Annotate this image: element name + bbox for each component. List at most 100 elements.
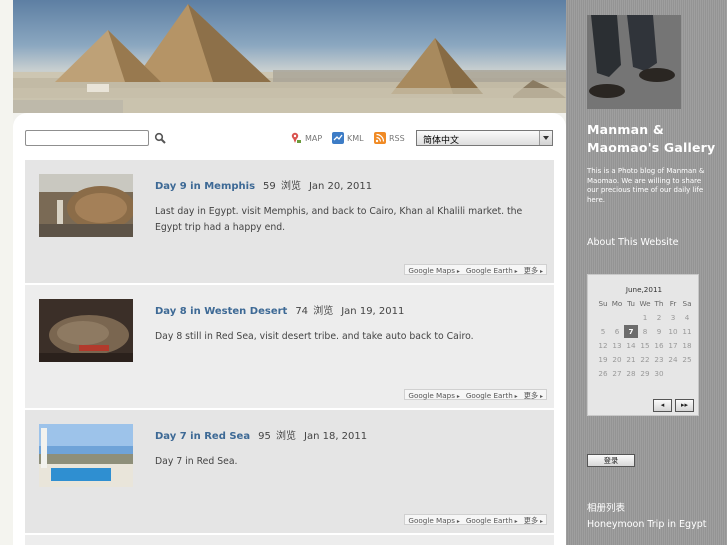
post-date: Jan 18, 2011 xyxy=(304,431,368,442)
google-maps-link[interactable]: Google Maps xyxy=(405,515,462,525)
google-maps-link[interactable]: Google Maps xyxy=(405,265,462,275)
post-title-link[interactable]: Day 9 in Memphis xyxy=(155,181,255,192)
post-date: Jan 20, 2011 xyxy=(308,181,373,192)
kml-link[interactable]: KML xyxy=(332,132,366,146)
post-item: Day 8 in Westen Desert 74 浏览 Jan 19, 2011 … xyxy=(25,285,554,408)
calendar-day[interactable]: 1 xyxy=(638,311,652,324)
calendar-day[interactable]: 26 xyxy=(596,367,610,380)
sidebar: Manman & Maomao's Gallery This is a Phot… xyxy=(566,0,727,545)
calendar-day[interactable]: 9 xyxy=(652,325,666,338)
calendar-next-button[interactable]: ▸▸ xyxy=(675,399,694,412)
calendar-day[interactable]: 20 xyxy=(610,353,624,366)
calendar-day[interactable]: 29 xyxy=(638,367,652,380)
calendar-day[interactable]: 24 xyxy=(666,353,680,366)
calendar-day[interactable]: 13 xyxy=(610,339,624,352)
post-view-count: 74 xyxy=(295,306,309,317)
search-input[interactable] xyxy=(25,130,149,146)
calendar-weekday: Tu xyxy=(627,299,635,308)
google-earth-link[interactable]: Google Earth xyxy=(463,265,521,275)
calendar-day[interactable]: 23 xyxy=(652,353,666,366)
login-button[interactable]: 登录 xyxy=(587,454,635,467)
main-content-panel: MAP KML RSS 简体中文 Day 9 in Memphis 59 浏览 … xyxy=(13,113,566,545)
post-view-label: 浏览 xyxy=(280,181,301,192)
calendar-weekday-header: Su Mo Tu We Th Fr Sa xyxy=(596,299,694,309)
calendar-day[interactable]: 2 xyxy=(652,311,666,324)
calendar-grid: 1 2 3 4 5 6 7 8 9 10 11 12 13 14 15 16 17 18 19 20 21 22 23 24 2… xyxy=(596,311,694,381)
kml-icon xyxy=(332,132,344,144)
calendar-day[interactable]: 21 xyxy=(624,353,638,366)
google-maps-link[interactable]: Google Maps xyxy=(405,390,462,400)
post-title-row: Day 7 in Red Sea 95 浏览 Jan 18, 2011 xyxy=(155,427,367,442)
calendar-day[interactable]: 18 xyxy=(680,339,694,352)
post-thumbnail[interactable] xyxy=(39,299,133,362)
calendar-day[interactable]: 15 xyxy=(638,339,652,352)
rss-icon xyxy=(374,132,386,144)
post-date: Jan 19, 2011 xyxy=(341,306,405,317)
albums-heading: 相册列表 xyxy=(587,503,626,514)
map-label: MAP xyxy=(305,134,323,143)
calendar-weekday: Mo xyxy=(611,299,623,308)
post-links: Google MapsGoogle Earth更多 xyxy=(404,389,547,400)
post-thumbnail[interactable] xyxy=(39,424,133,487)
google-earth-link[interactable]: Google Earth xyxy=(463,390,521,400)
post-description: Day 7 in Red Sea. xyxy=(155,456,238,467)
about-website-link[interactable]: About This Website xyxy=(587,237,678,248)
calendar-day[interactable]: 14 xyxy=(624,339,638,352)
calendar-weekday: Th xyxy=(654,299,664,308)
rss-label: RSS xyxy=(389,134,405,143)
more-link[interactable]: 更多 xyxy=(521,390,546,401)
rss-link[interactable]: RSS xyxy=(374,132,408,146)
calendar-day[interactable]: 30 xyxy=(652,367,666,380)
header-banner-image xyxy=(13,0,566,113)
album-link-honeymoon[interactable]: Honeymoon Trip in Egypt xyxy=(587,519,706,530)
calendar-day[interactable]: 16 xyxy=(652,339,666,352)
post-title-link[interactable]: Day 7 in Red Sea xyxy=(155,431,250,442)
calendar-weekday: We xyxy=(639,299,651,308)
map-link[interactable]: MAP xyxy=(290,132,326,146)
calendar-day[interactable]: 8 xyxy=(638,325,652,338)
post-view-label: 浏览 xyxy=(276,431,296,442)
search-icon[interactable] xyxy=(154,132,166,144)
calendar-day[interactable]: 17 xyxy=(666,339,680,352)
map-pin-icon xyxy=(291,132,301,143)
post-item: Day 9 in Memphis 59 浏览 Jan 20, 2011 Last d… xyxy=(25,160,554,283)
calendar-day[interactable]: 27 xyxy=(610,367,624,380)
calendar-day[interactable]: 3 xyxy=(666,311,680,324)
post-item: Day 7 in Red Sea 95 浏览 Jan 18, 2011 Day 7 … xyxy=(25,410,554,533)
calendar-day[interactable]: 10 xyxy=(666,325,680,338)
calendar-prev-button[interactable]: ◂ xyxy=(653,399,672,412)
toolbar: MAP KML RSS 简体中文 xyxy=(25,129,555,149)
calendar-day[interactable]: 22 xyxy=(638,353,652,366)
calendar-month: June,2011 xyxy=(625,285,663,294)
post-title-row: Day 9 in Memphis 59 浏览 Jan 20, 2011 xyxy=(155,177,372,192)
post-links: Google MapsGoogle Earth更多 xyxy=(404,264,547,275)
more-link[interactable]: 更多 xyxy=(521,515,546,526)
avatar xyxy=(587,15,681,109)
language-select[interactable]: 简体中文 xyxy=(416,130,553,146)
site-description: This is a Photo blog of Manman & Maomao.… xyxy=(587,167,705,204)
calendar-day[interactable]: 11 xyxy=(680,325,694,338)
calendar-day[interactable]: 5 xyxy=(596,325,610,338)
calendar-day[interactable]: 28 xyxy=(624,367,638,380)
calendar-day[interactable]: 6 xyxy=(610,325,624,338)
calendar-day[interactable]: 12 xyxy=(596,339,610,352)
calendar-weekday: Sa xyxy=(682,299,692,308)
post-view-count: 95 xyxy=(258,431,271,442)
more-link[interactable]: 更多 xyxy=(521,265,546,276)
calendar-day[interactable]: 25 xyxy=(680,353,694,366)
post-description: Day 8 still in Red Sea, visit desert tri… xyxy=(155,331,474,342)
calendar-day[interactable]: 4 xyxy=(680,311,694,324)
post-description: Last day in Egypt. visit Memphis, and ba… xyxy=(155,206,523,233)
google-earth-link[interactable]: Google Earth xyxy=(463,515,521,525)
post-title-link[interactable]: Day 8 in Westen Desert xyxy=(155,306,287,317)
post-view-label: 浏览 xyxy=(313,306,334,317)
page-left-edge xyxy=(0,0,13,545)
post-thumbnail[interactable] xyxy=(39,174,133,237)
calendar-day[interactable]: 19 xyxy=(596,353,610,366)
kml-label: KML xyxy=(347,134,364,143)
calendar-weekday: Su xyxy=(598,299,608,308)
calendar-weekday: Fr xyxy=(669,299,677,308)
calendar-widget: June,2011 Su Mo Tu We Th Fr Sa 1 2 3 4 5 6 7 8 9 10 11 12… xyxy=(587,274,699,416)
calendar-day[interactable]: 7 xyxy=(624,325,638,338)
chevron-down-icon[interactable] xyxy=(539,131,552,145)
